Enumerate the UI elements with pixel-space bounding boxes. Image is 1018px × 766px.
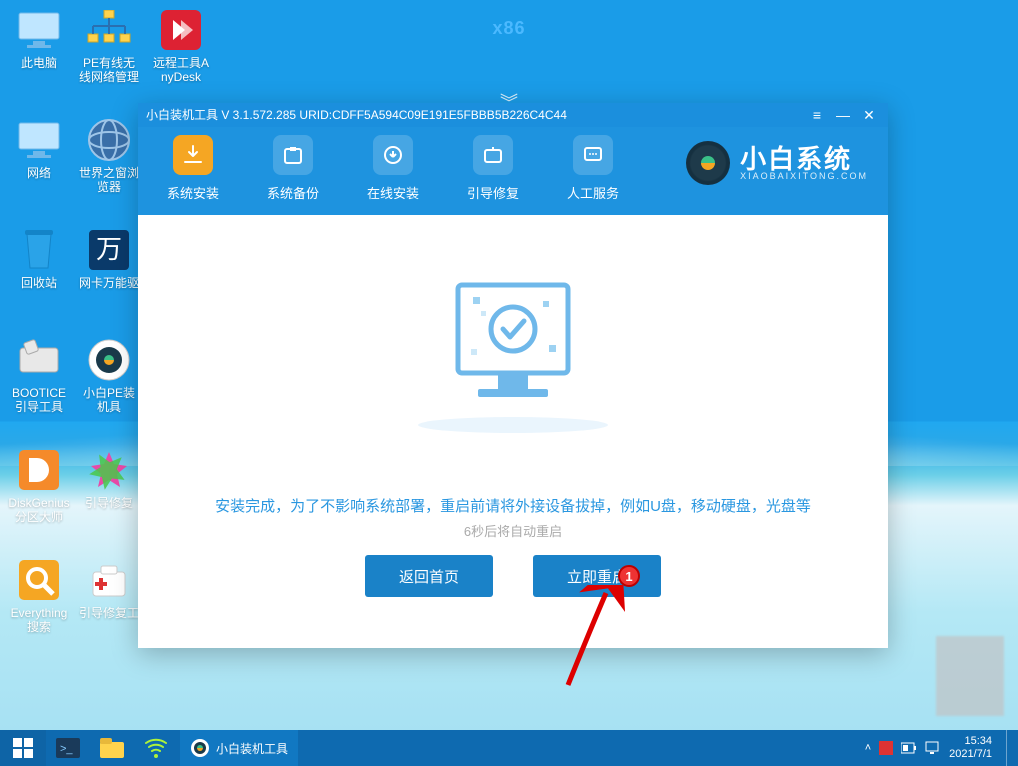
svg-text:>_: >_ xyxy=(60,743,73,755)
tab-boot-repair[interactable]: 引导修复 xyxy=(458,135,528,202)
taskbar-terminal-icon[interactable]: >_ xyxy=(46,730,90,766)
tab-system-backup[interactable]: 系统备份 xyxy=(258,135,328,202)
desktop-icon-world-browser[interactable]: 世界之窗浏览器 xyxy=(78,116,140,194)
show-desktop-button[interactable] xyxy=(1006,730,1012,766)
install-complete-message: 安装完成，为了不影响系统部署，重启前请将外接设备拔掉，例如U盘，移动硬盘，光盘等 xyxy=(138,495,888,516)
close-icon[interactable]: ✕ xyxy=(856,105,882,125)
desktop-icon-netcard[interactable]: 万 网卡万能驱 xyxy=(78,226,140,290)
tray-battery-icon[interactable] xyxy=(901,742,917,754)
desktop-icon-anydesk[interactable]: 远程工具AnyDesk xyxy=(150,6,212,84)
taskbar: >_ 小白装机工具 ˄ 15:34 2021/7/1 xyxy=(0,730,1018,766)
start-button[interactable] xyxy=(0,730,46,766)
brand: 小白系统 XIAOBAIXITONG.COM xyxy=(686,141,868,185)
desktop-icon-this-pc[interactable]: 此电脑 xyxy=(8,6,70,70)
success-illustration-icon xyxy=(403,275,623,435)
desktop-icon-diskgenius[interactable]: DiskGenius分区大师 xyxy=(8,446,70,524)
taskbar-wifi-icon[interactable] xyxy=(134,730,178,766)
auto-restart-countdown: 6秒后将自动重启 xyxy=(138,521,888,540)
taskbar-app-label: 小白装机工具 xyxy=(216,740,288,757)
backup-icon xyxy=(273,135,313,175)
app-window: 小白装机工具 V 3.1.572.285 URID:CDFF5A594C09E1… xyxy=(138,103,888,648)
qr-widget[interactable] xyxy=(936,636,1004,716)
tab-system-install[interactable]: 系统安装 xyxy=(158,135,228,202)
repair-icon xyxy=(473,135,513,175)
tray-clock[interactable]: 15:34 2021/7/1 xyxy=(947,735,998,761)
brand-logo-icon xyxy=(686,141,730,185)
taskbar-explorer-icon[interactable] xyxy=(90,730,134,766)
window-body: 安装完成，为了不影响系统部署，重启前请将外接设备拔掉，例如U盘，移动硬盘，光盘等… xyxy=(138,215,888,648)
svg-text:万: 万 xyxy=(96,235,122,264)
taskbar-app-item[interactable]: 小白装机工具 xyxy=(180,730,298,766)
titlebar: 小白装机工具 V 3.1.572.285 URID:CDFF5A594C09E1… xyxy=(138,103,888,215)
system-tray: ˄ 15:34 2021/7/1 xyxy=(859,730,1018,766)
menu-icon[interactable]: ≡ xyxy=(804,105,830,125)
desktop-icon-xiaobai-pe[interactable]: 小白PE装机具 xyxy=(78,336,140,414)
tab-online-install[interactable]: 在线安装 xyxy=(358,135,428,202)
restart-now-button[interactable]: 立即重启 xyxy=(533,555,661,597)
back-home-button[interactable]: 返回首页 xyxy=(365,555,493,597)
window-title: 小白装机工具 V 3.1.572.285 URID:CDFF5A594C09E1… xyxy=(146,106,567,123)
desktop-icon-network[interactable]: 网络 xyxy=(8,116,70,180)
desktop-icon-boot-repair-tool[interactable]: 引导修复工 xyxy=(78,556,140,620)
tray-up-icon[interactable]: ˄ xyxy=(865,742,871,754)
tray-network-icon[interactable] xyxy=(925,741,939,755)
desktop-icon-bootice[interactable]: BOOTICE引导工具 xyxy=(8,336,70,414)
minimize-icon[interactable]: — xyxy=(830,105,856,125)
tab-human-service[interactable]: 人工服务 xyxy=(558,135,628,202)
cloud-download-icon xyxy=(373,135,413,175)
annotation-badge-1: 1 xyxy=(618,565,640,587)
desktop-icon-everything[interactable]: Everything搜索 xyxy=(8,556,70,634)
desktop-icon-boot-repair[interactable]: 引导修复 xyxy=(78,446,140,510)
desktop-icon-pe-net[interactable]: PE有线无线网络管理 xyxy=(78,6,140,84)
download-icon xyxy=(173,135,213,175)
tray-flag-icon[interactable] xyxy=(879,741,893,755)
chat-icon xyxy=(573,135,613,175)
tab-bar: 系统安装 系统备份 在线安装 引导修复 人工服务 xyxy=(158,135,628,202)
desktop-icon-recycle-bin[interactable]: 回收站 xyxy=(8,226,70,290)
